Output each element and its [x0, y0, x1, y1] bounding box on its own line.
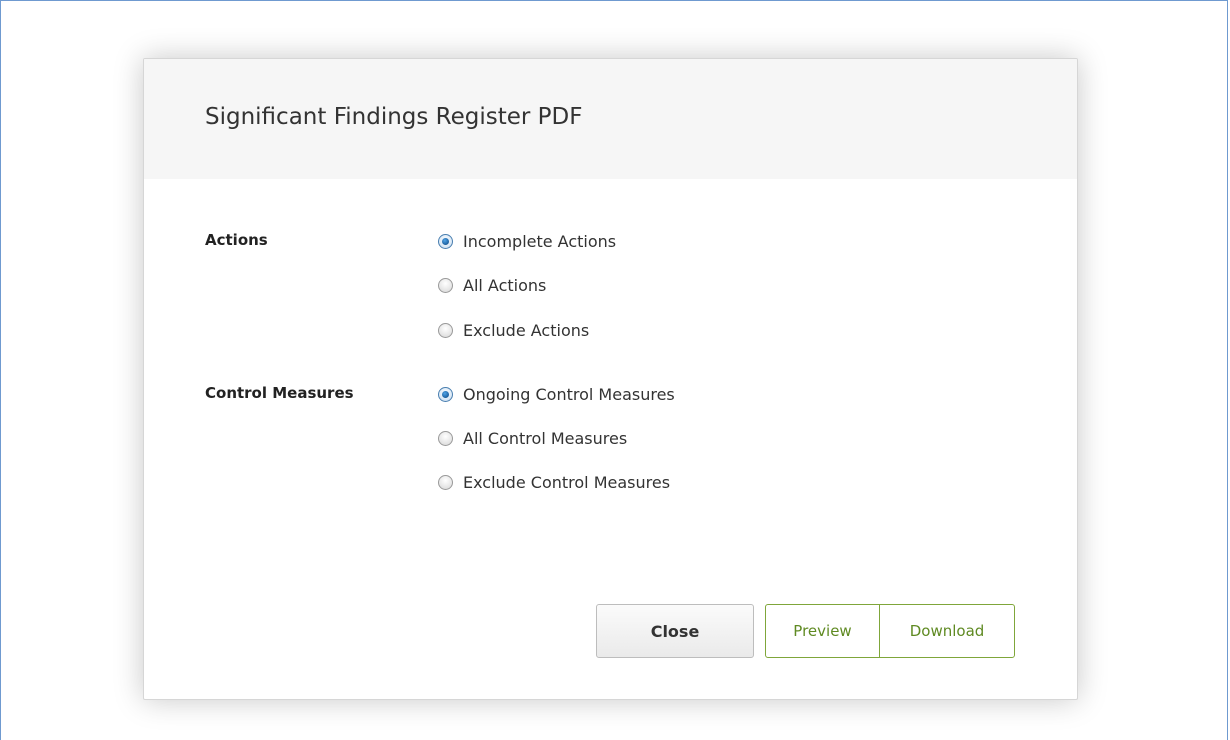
radio-selected-icon[interactable] — [438, 386, 453, 402]
radio-label: Exclude Control Measures — [463, 472, 671, 492]
dialog-title: Significant Findings Register PDF — [205, 104, 583, 130]
radio-unselected-icon[interactable] — [438, 430, 453, 446]
radio-label: Incomplete Actions — [463, 231, 617, 251]
dialog-header: Significant Findings Register PDF — [144, 59, 1077, 179]
radio-label: Ongoing Control Measures — [463, 384, 675, 404]
radio-unselected-icon[interactable] — [438, 322, 453, 338]
pdf-options-dialog: Significant Findings Register PDF Action… — [143, 58, 1078, 700]
close-button[interactable]: Close — [596, 604, 754, 658]
radio-label: All Actions — [463, 275, 547, 295]
radio-label: Exclude Actions — [463, 320, 590, 340]
radio-ongoing-control-measures[interactable]: Ongoing Control Measures — [438, 383, 675, 405]
export-button-group: Preview Download — [765, 604, 1015, 658]
radio-exclude-control-measures[interactable]: Exclude Control Measures — [438, 471, 670, 493]
preview-button[interactable]: Preview — [766, 605, 880, 657]
radio-selected-icon[interactable] — [438, 233, 453, 249]
radio-all-control-measures[interactable]: All Control Measures — [438, 427, 627, 449]
control-measures-label: Control Measures — [205, 384, 354, 402]
radio-unselected-icon[interactable] — [438, 277, 453, 293]
actions-label: Actions — [205, 231, 268, 249]
radio-all-actions[interactable]: All Actions — [438, 274, 546, 296]
radio-unselected-icon[interactable] — [438, 474, 453, 490]
download-button[interactable]: Download — [880, 605, 1014, 657]
radio-exclude-actions[interactable]: Exclude Actions — [438, 319, 589, 341]
radio-label: All Control Measures — [463, 428, 628, 448]
radio-incomplete-actions[interactable]: Incomplete Actions — [438, 230, 616, 252]
